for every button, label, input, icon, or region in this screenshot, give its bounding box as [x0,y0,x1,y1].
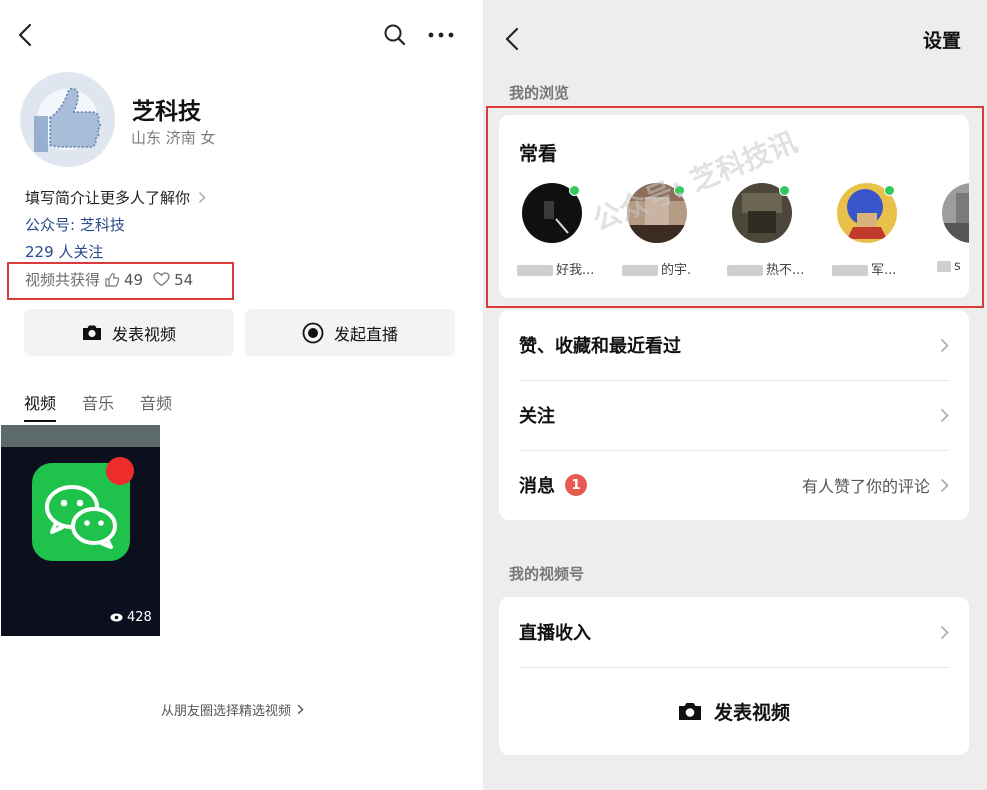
eye-icon [110,613,123,622]
following-label: 关注 [519,406,555,427]
select-featured-label: 从朋友圈选择精选视频 [161,704,292,719]
post-video-button[interactable]: 发表视频 [499,675,969,747]
post-video-label: 发表视频 [713,701,790,724]
chevron-right-icon [940,338,949,352]
chevron-right-icon [198,191,206,204]
tab-video[interactable]: 视频 [24,390,57,422]
messages-hint: 有人赞了你的评论 [801,477,930,496]
search-icon[interactable] [380,20,410,50]
channel-card: 直播收入 发表视频 [499,597,969,755]
select-featured-link[interactable]: 从朋友圈选择精选视频 [161,700,304,719]
follow-count-link[interactable]: 229 人关注 [25,241,103,262]
profile-panel: 芝科技 山东 济南 女 填写简介让更多人了解你 公众号: 芝科技 229 人关注… [0,0,483,790]
live-income-row[interactable]: 直播收入 [519,597,949,667]
section-heading-channel: 我的视频号 [509,565,585,583]
thumbs-up-icon [105,272,120,287]
stats-label: 视频共获得 [25,271,101,289]
post-video-button[interactable]: 发表视频 [24,309,234,356]
divider [519,667,949,668]
settings-title[interactable]: 设置 [923,26,961,53]
more-options-icon[interactable] [426,20,456,50]
thumbnail-band [1,425,160,447]
chevron-right-icon [940,408,949,422]
likes-favorites-label: 赞、收藏和最近看过 [519,336,681,357]
tab-music[interactable]: 音乐 [82,390,114,422]
chevron-right-icon [940,478,949,492]
content-tabs: 视频 音乐 音频 [24,390,172,422]
start-live-label: 发起直播 [333,324,398,344]
thumbs-up-icon [34,87,101,152]
messages-row[interactable]: 消息 1 有人赞了你的评论 [519,450,949,520]
following-row[interactable]: 关注 [519,380,949,450]
start-live-button[interactable]: 发起直播 [245,309,455,356]
intro-text: 填写简介让更多人了解你 [25,189,191,207]
tab-audio[interactable]: 音频 [140,390,172,422]
edit-intro-link[interactable]: 填写简介让更多人了解你 [25,187,206,208]
live-record-icon [302,322,324,343]
hearts-count: 54 [174,270,194,289]
view-count: 428 [110,610,152,625]
video-stats: 视频共获得 49 54 [25,269,193,290]
heart-icon [153,272,170,287]
profile-location: 山东 济南 女 [131,129,216,147]
profile-name: 芝科技 [132,99,201,125]
post-video-label: 发表视频 [111,324,176,344]
messages-label: 消息 [519,476,555,497]
likes-count: 49 [124,270,144,289]
activity-list: 赞、收藏和最近看过 关注 消息 1 有人赞了你的评论 [499,310,969,520]
settings-panel: 设置 我的浏览 常看 好我... 的宇. 热不... 军... s 赞、收藏和最… [483,0,987,790]
unread-badge: 1 [565,474,587,496]
live-income-label: 直播收入 [519,623,591,644]
public-account-link[interactable]: 公众号: 芝科技 [25,214,125,235]
section-heading-browse: 我的浏览 [509,84,570,102]
chevron-right-icon [940,625,949,639]
notification-dot [106,457,134,485]
camera-icon [82,325,101,340]
likes-favorites-row[interactable]: 赞、收藏和最近看过 [519,310,949,380]
back-arrow-icon[interactable] [497,24,527,54]
highlight-box [486,106,984,308]
chevron-right-icon [297,704,304,715]
back-arrow-icon[interactable] [10,20,40,50]
camera-icon [678,703,701,720]
profile-avatar[interactable] [20,72,115,167]
view-count-value: 428 [127,610,152,625]
